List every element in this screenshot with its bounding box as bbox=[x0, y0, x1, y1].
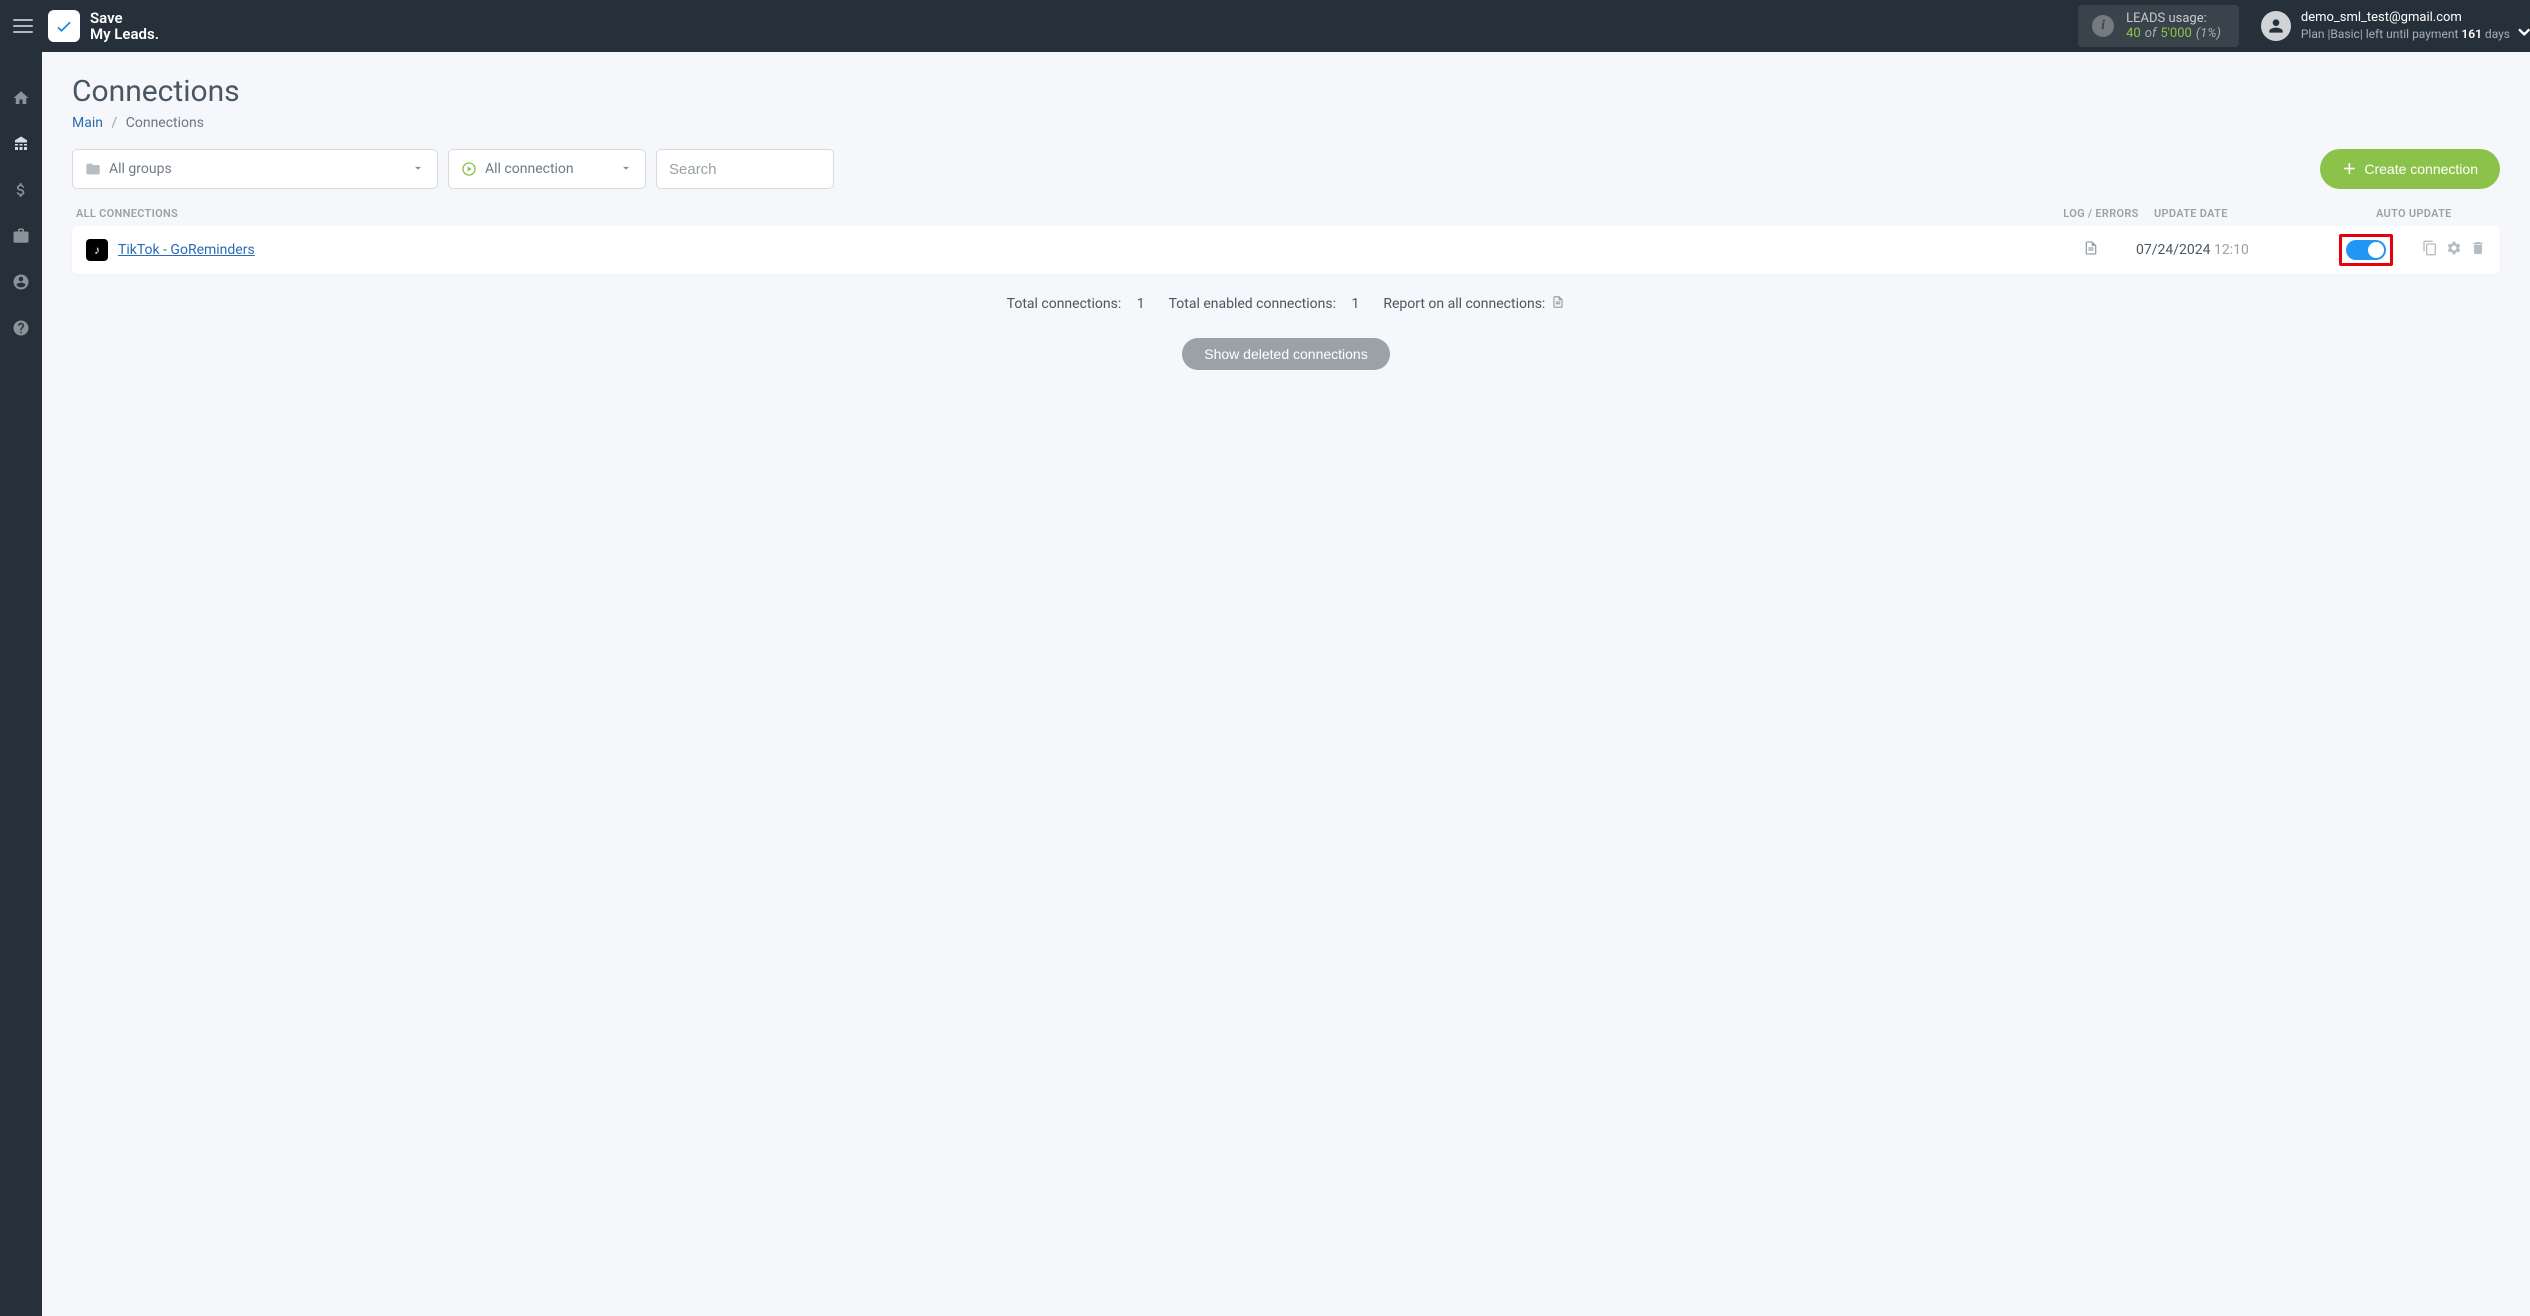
nav-briefcase-icon[interactable] bbox=[9, 224, 33, 248]
logo-text: Save My Leads. bbox=[90, 10, 159, 43]
plus-icon: ＋ bbox=[2342, 159, 2356, 179]
update-date: 07/24/2024 12:10 bbox=[2136, 242, 2316, 258]
log-icon[interactable] bbox=[2083, 245, 2099, 261]
connection-name-link[interactable]: TikTok - GoReminders bbox=[118, 242, 2046, 258]
show-deleted-button[interactable]: Show deleted connections bbox=[1182, 338, 1389, 370]
info-icon: i bbox=[2092, 15, 2114, 37]
play-circle-icon bbox=[461, 161, 477, 177]
leads-total: 5'000 bbox=[2160, 26, 2192, 41]
nav-billing-icon[interactable] bbox=[9, 178, 33, 202]
account-menu[interactable]: demo_sml_test@gmail.com Plan |Basic| lef… bbox=[2251, 10, 2520, 42]
enabled-connections-count: 1 bbox=[1351, 296, 1359, 312]
gear-icon[interactable] bbox=[2446, 240, 2462, 260]
nav-account-icon[interactable] bbox=[9, 270, 33, 294]
nav-connections-icon[interactable] bbox=[9, 132, 33, 156]
avatar-icon bbox=[2261, 11, 2291, 41]
trash-icon[interactable] bbox=[2470, 240, 2486, 260]
leads-used: 40 bbox=[2126, 26, 2141, 41]
auto-update-highlight bbox=[2339, 234, 2393, 266]
logo[interactable]: Save My Leads. bbox=[48, 10, 159, 43]
nav-help-icon[interactable] bbox=[9, 316, 33, 340]
nav-home-icon[interactable] bbox=[9, 86, 33, 110]
leads-pct: (1%) bbox=[2196, 26, 2221, 41]
chevron-down-icon bbox=[411, 161, 425, 178]
status-select[interactable]: All connection bbox=[448, 149, 646, 189]
col-header-auto: AUTO UPDATE bbox=[2326, 207, 2496, 220]
breadcrumb-main[interactable]: Main bbox=[72, 115, 103, 131]
col-header-log: LOG / ERRORS bbox=[2056, 207, 2146, 220]
summary-row: Total connections: 1 Total enabled conne… bbox=[72, 294, 2500, 314]
col-header-date: UPDATE DATE bbox=[2146, 207, 2326, 220]
groups-select[interactable]: All groups bbox=[72, 149, 438, 189]
account-email: demo_sml_test@gmail.com bbox=[2301, 10, 2510, 27]
account-plan: Plan |Basic| left until payment 161 days bbox=[2301, 27, 2510, 43]
tiktok-icon: ♪ bbox=[86, 239, 108, 261]
leads-usage-badge[interactable]: i LEADS usage: 40 of 5'000 (1%) bbox=[2078, 5, 2239, 47]
leads-usage-label: LEADS usage: bbox=[2126, 11, 2221, 26]
report-icon[interactable] bbox=[1551, 294, 1565, 314]
copy-icon[interactable] bbox=[2422, 240, 2438, 260]
logo-mark bbox=[48, 10, 80, 42]
table-header: ALL CONNECTIONS LOG / ERRORS UPDATE DATE… bbox=[72, 207, 2500, 226]
breadcrumb-current: Connections bbox=[126, 115, 204, 131]
connection-row: ♪ TikTok - GoReminders 07/24/2024 12:10 bbox=[72, 226, 2500, 274]
total-connections-count: 1 bbox=[1137, 296, 1145, 312]
create-connection-button[interactable]: ＋ Create connection bbox=[2320, 149, 2500, 189]
breadcrumb: Main / Connections bbox=[72, 115, 2500, 131]
topbar: Save My Leads. i LEADS usage: 40 of 5'00… bbox=[0, 0, 2530, 52]
search-input[interactable] bbox=[669, 161, 821, 178]
search-box[interactable] bbox=[656, 149, 834, 189]
sidebar bbox=[0, 52, 42, 1316]
menu-toggle[interactable] bbox=[10, 13, 36, 39]
auto-update-toggle[interactable] bbox=[2346, 240, 2386, 260]
main-content: Connections Main / Connections All group… bbox=[42, 52, 2530, 1316]
folder-icon bbox=[85, 161, 101, 177]
chevron-down-icon bbox=[619, 161, 633, 178]
col-header-name: ALL CONNECTIONS bbox=[76, 207, 2056, 220]
page-title: Connections bbox=[72, 74, 2500, 109]
